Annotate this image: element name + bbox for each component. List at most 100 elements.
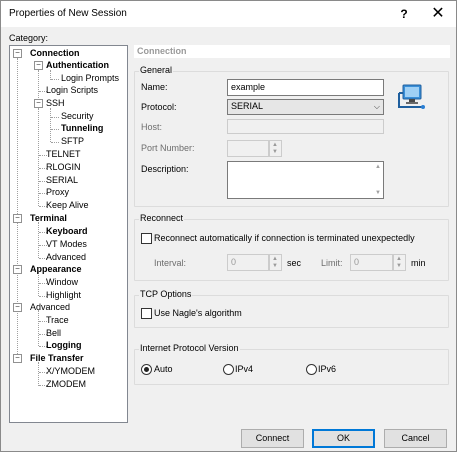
tree-item-login-prompts[interactable]: Login Prompts xyxy=(61,73,119,83)
spin-down-icon: ▼ xyxy=(272,149,278,155)
host-label: Host: xyxy=(141,122,163,132)
tree-item-serial[interactable]: SERIAL xyxy=(46,175,78,185)
ip-v6-radio[interactable] xyxy=(306,364,317,375)
name-field[interactable]: example xyxy=(227,79,384,96)
tree-item-connection[interactable]: Connection xyxy=(30,48,80,58)
tree-item-telnet[interactable]: TELNET xyxy=(46,149,81,159)
ip-v4-radio[interactable] xyxy=(223,364,234,375)
tcp-options-group-title: TCP Options xyxy=(139,289,193,299)
tree-item-sftp[interactable]: SFTP xyxy=(61,136,84,146)
tree-guide-line xyxy=(38,310,39,346)
tree-item-bell[interactable]: Bell xyxy=(46,328,61,338)
limit-spinner[interactable]: ▲ ▼ xyxy=(393,254,406,271)
scroll-up-icon[interactable]: ▲ xyxy=(375,164,381,170)
interval-spinner[interactable]: ▲ ▼ xyxy=(269,254,282,271)
ip-auto-radio[interactable] xyxy=(141,364,152,375)
title-bar: Properties of New Session ? ✕ xyxy=(1,1,456,27)
protocol-select[interactable]: SERIAL ⌵ xyxy=(227,99,384,115)
session-properties-dialog: Properties of New Session ? ✕ Category: … xyxy=(0,0,457,452)
collapse-icon[interactable]: − xyxy=(13,265,22,274)
ip-v6-label[interactable]: IPv6 xyxy=(318,364,336,374)
tree-guide-line xyxy=(38,222,39,258)
help-icon[interactable]: ? xyxy=(393,4,415,24)
collapse-icon[interactable]: − xyxy=(13,354,22,363)
interval-label: Interval: xyxy=(154,258,187,268)
tree-item-terminal[interactable]: Terminal xyxy=(30,213,67,223)
reconnect-group: Reconnect xyxy=(134,213,449,281)
tree-item-tunneling[interactable]: Tunneling xyxy=(61,123,103,133)
tree-item-trace[interactable]: Trace xyxy=(46,315,69,325)
limit-field[interactable]: 0 xyxy=(350,254,393,271)
host-field[interactable] xyxy=(227,119,384,134)
reconnect-checkbox-label[interactable]: Reconnect automatically if connection is… xyxy=(154,233,415,243)
section-header: Connection xyxy=(134,45,450,58)
category-label: Category: xyxy=(9,33,49,43)
tree-item-appearance[interactable]: Appearance xyxy=(30,264,82,274)
tree-guide-line xyxy=(51,129,59,130)
tree-item-zmodem[interactable]: ZMODEM xyxy=(46,379,86,389)
scroll-down-icon[interactable]: ▼ xyxy=(375,190,381,196)
tree-guide-line xyxy=(38,362,39,386)
collapse-icon[interactable]: − xyxy=(34,61,43,70)
spin-down-icon: ▼ xyxy=(396,263,402,269)
cancel-button[interactable]: Cancel xyxy=(384,429,447,448)
limit-label: Limit: xyxy=(321,258,343,268)
tree-item-login-scripts[interactable]: Login Scripts xyxy=(46,85,98,95)
tree-item-terminal-advanced[interactable]: Advanced xyxy=(46,252,86,262)
connect-button[interactable]: Connect xyxy=(241,429,304,448)
tree-item-file-transfer[interactable]: File Transfer xyxy=(30,353,84,363)
tree-item-xymodem[interactable]: X/YMODEM xyxy=(46,366,95,376)
name-label: Name: xyxy=(141,82,168,92)
port-field[interactable] xyxy=(227,140,269,157)
close-icon[interactable]: ✕ xyxy=(427,4,449,24)
collapse-icon[interactable]: − xyxy=(13,49,22,58)
tree-item-window[interactable]: Window xyxy=(46,277,78,287)
tree-item-highlight[interactable]: Highlight xyxy=(46,290,81,300)
port-spinner[interactable]: ▲ ▼ xyxy=(269,140,282,157)
tree-item-rlogin[interactable]: RLOGIN xyxy=(46,162,81,172)
category-tree[interactable]: − Connection − Authentication Login Prom… xyxy=(9,45,128,423)
spin-up-icon: ▲ xyxy=(396,256,402,262)
ip-version-group: Internet Protocol Version xyxy=(134,343,449,385)
tree-item-proxy[interactable]: Proxy xyxy=(46,187,69,197)
tree-guide-line xyxy=(38,108,39,206)
general-group-title: General xyxy=(139,65,174,75)
nagle-checkbox-label[interactable]: Use Nagle's algorithm xyxy=(154,308,242,318)
collapse-icon[interactable]: − xyxy=(34,99,43,108)
interval-field[interactable]: 0 xyxy=(227,254,269,271)
reconnect-checkbox[interactable] xyxy=(141,233,152,244)
reconnect-group-title: Reconnect xyxy=(139,213,185,223)
ok-button[interactable]: OK xyxy=(312,429,375,448)
description-field[interactable]: ▲ ▼ xyxy=(227,161,384,199)
nagle-checkbox[interactable] xyxy=(141,308,152,319)
tree-item-keyboard[interactable]: Keyboard xyxy=(46,226,88,236)
tree-guide-line xyxy=(50,108,51,142)
ip-version-group-title: Internet Protocol Version xyxy=(139,343,240,353)
collapse-icon[interactable]: − xyxy=(13,214,22,223)
tree-item-advanced[interactable]: Advanced xyxy=(30,302,70,312)
interval-unit: sec xyxy=(287,258,302,268)
tree-guide-line xyxy=(51,117,59,118)
tree-item-logging[interactable]: Logging xyxy=(46,340,82,350)
tree-item-vt-modes[interactable]: VT Modes xyxy=(46,239,87,249)
port-label: Port Number: xyxy=(141,143,195,153)
collapse-icon[interactable]: − xyxy=(13,303,22,312)
protocol-value: SERIAL xyxy=(231,101,264,111)
ip-v4-label[interactable]: IPv4 xyxy=(235,364,253,374)
spin-up-icon: ▲ xyxy=(272,256,278,262)
tree-item-authentication[interactable]: Authentication xyxy=(46,60,109,70)
ip-auto-label[interactable]: Auto xyxy=(154,364,173,374)
chevron-down-icon: ⌵ xyxy=(373,102,380,111)
tree-item-security[interactable]: Security xyxy=(61,111,94,121)
tree-item-ssh[interactable]: SSH xyxy=(46,98,65,108)
spin-down-icon: ▼ xyxy=(272,263,278,269)
limit-unit: min xyxy=(411,258,426,268)
tree-guide-line xyxy=(51,79,59,80)
window-title: Properties of New Session xyxy=(9,8,127,19)
tree-item-keep-alive[interactable]: Keep Alive xyxy=(46,200,89,210)
computer-network-icon xyxy=(398,84,425,109)
tree-guide-line xyxy=(38,272,39,296)
description-label: Description: xyxy=(141,164,189,174)
tree-guide-line xyxy=(51,142,59,143)
protocol-label: Protocol: xyxy=(141,102,177,112)
